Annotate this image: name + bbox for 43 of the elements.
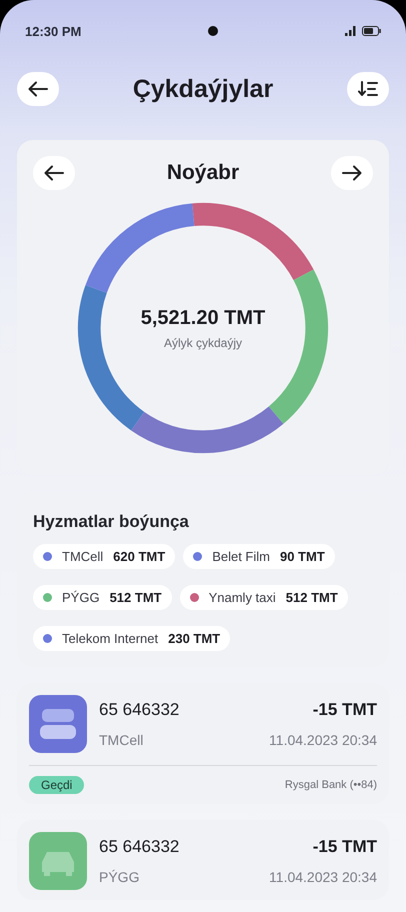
signal-icon	[345, 26, 357, 36]
status-badge: Geçdi	[29, 776, 84, 794]
service-name: TMCell	[62, 549, 104, 564]
total-caption: Aýlyk çykdaýjy	[164, 336, 242, 350]
services-title: Hyzmatlar boýunça	[33, 512, 190, 532]
back-arrow-icon	[28, 81, 48, 97]
phone-number: 65 646332	[99, 700, 180, 720]
service-amount: 90 TMT	[280, 549, 325, 564]
service-name: Ynamly taxi	[208, 590, 276, 605]
service-amount: 512 TMT	[110, 590, 162, 605]
next-month-button[interactable]	[330, 156, 373, 190]
sort-button[interactable]	[347, 72, 389, 106]
payment-date: 11.04.2023 20:34	[269, 869, 377, 885]
battery-icon	[362, 26, 381, 36]
page-title: Çykdaýjylar	[132, 74, 274, 104]
service-name: PÝGG	[62, 590, 100, 605]
month-label: Noýabr	[166, 161, 240, 185]
previous-month-button[interactable]	[33, 156, 75, 190]
sort-icon	[358, 81, 378, 97]
service-amount: 512 TMT	[286, 590, 338, 605]
car-icon	[29, 832, 87, 890]
left-arrow-icon	[44, 165, 64, 181]
service-chip[interactable]: Telekom Internet 230 TMT	[33, 626, 230, 651]
right-arrow-icon	[342, 165, 362, 181]
bank-card-label: Rysgal Bank (••84)	[284, 779, 377, 791]
payment-amount: -15 TMT	[312, 837, 377, 857]
service-chip[interactable]: PÝGG 512 TMT	[33, 585, 172, 610]
total-amount: 5,521.20 TMT	[140, 306, 266, 330]
camera-dot	[208, 26, 218, 36]
service-chip[interactable]: TMCell 620 TMT	[33, 544, 176, 569]
service-amount: 230 TMT	[168, 631, 220, 646]
payment-amount: -15 TMT	[312, 700, 377, 720]
back-button[interactable]	[17, 72, 59, 106]
phone-number: 65 646332	[99, 837, 180, 857]
service-amount: 620 TMT	[113, 549, 166, 564]
payment-date: 11.04.2023 20:34	[269, 732, 377, 748]
service-name: TMCell	[99, 732, 144, 748]
service-chip[interactable]: Ynamly taxi 512 TMT	[180, 585, 348, 610]
status-time: 12:30 PM	[25, 24, 82, 38]
service-name: Belet Film	[212, 549, 270, 564]
service-name: PÝGG	[99, 869, 140, 885]
service-name: Telekom Internet	[62, 631, 158, 646]
service-chip[interactable]: Belet Film 90 TMT	[183, 544, 335, 569]
